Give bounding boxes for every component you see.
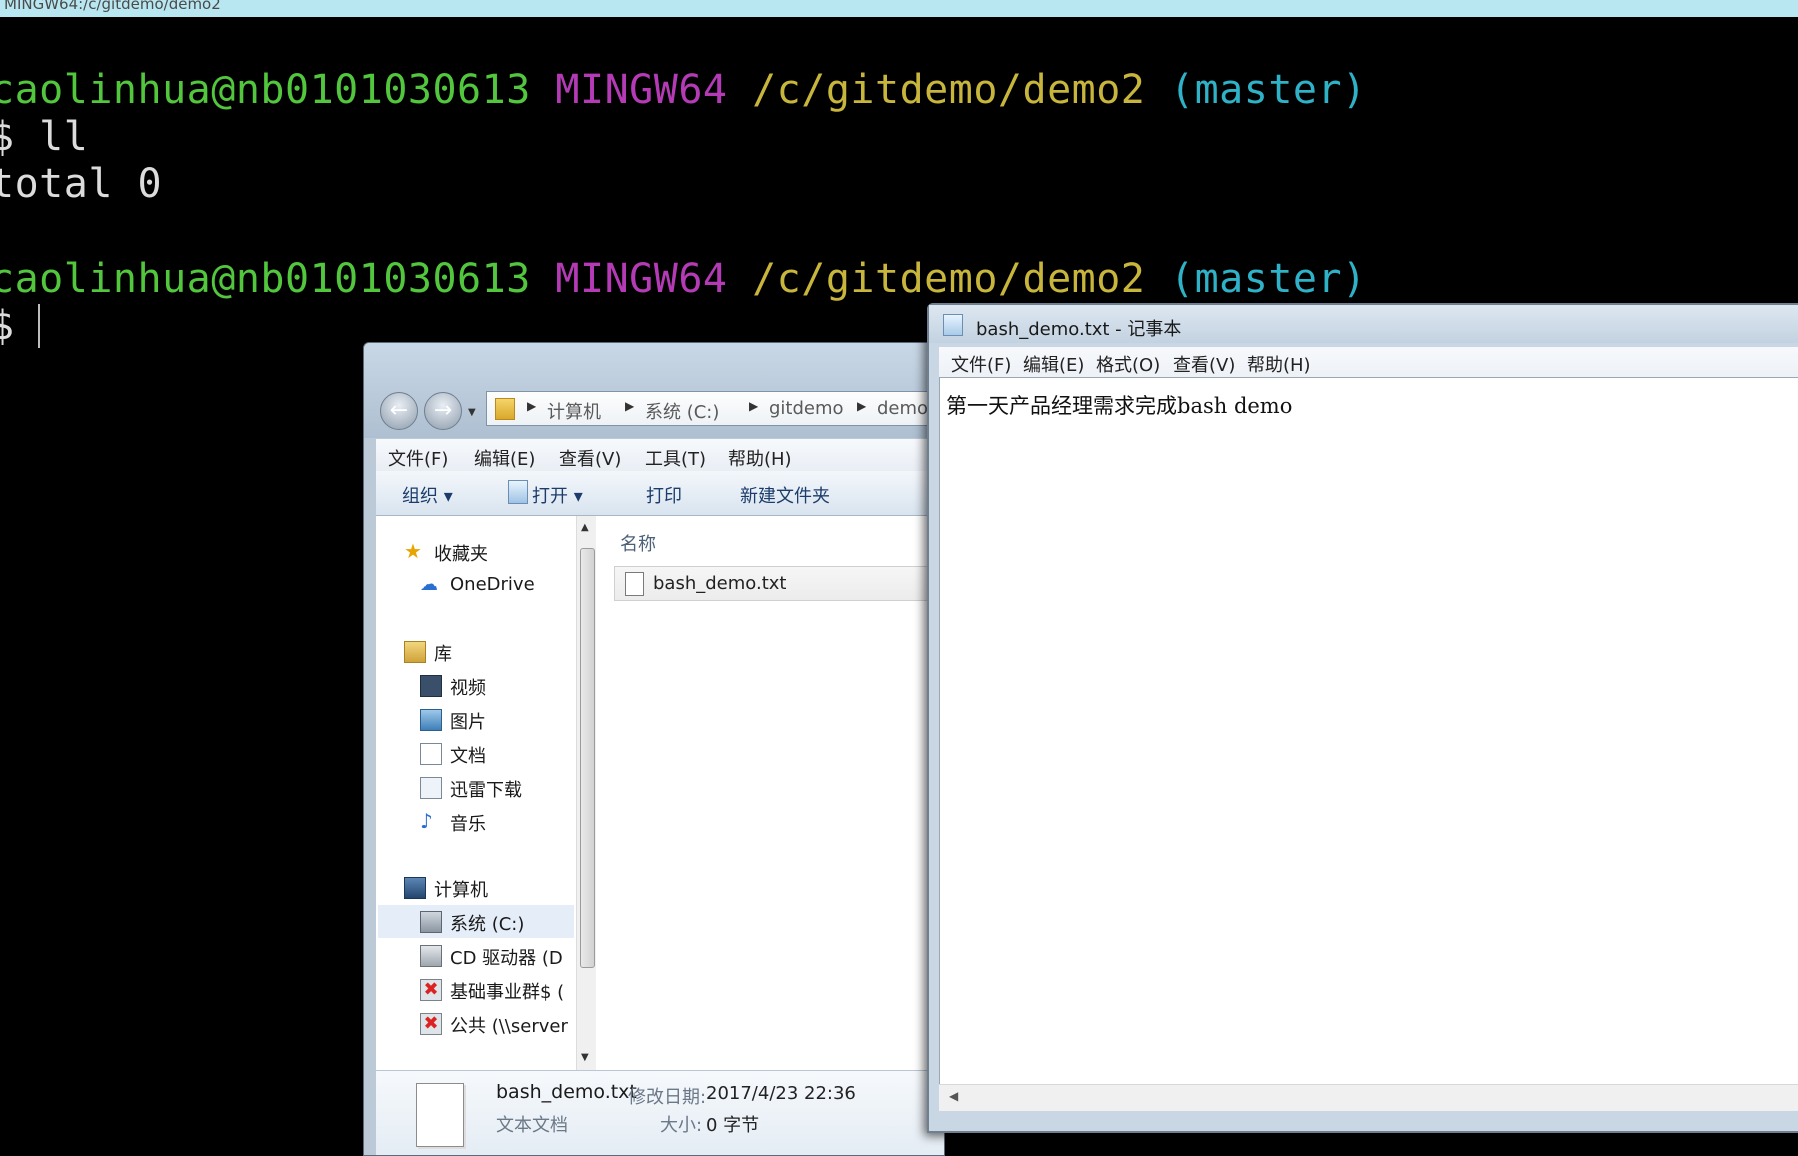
text-file-icon: [625, 572, 644, 596]
menu-help[interactable]: 帮助(H): [728, 445, 792, 471]
breadcrumb-arrow-icon[interactable]: ▶: [857, 399, 866, 413]
library-icon: [404, 641, 426, 663]
details-filename: bash_demo.txt: [496, 1081, 637, 1103]
file-list-pane[interactable]: 名称 bash_demo.txt: [596, 516, 944, 1070]
menu-edit[interactable]: 编辑(E): [474, 445, 535, 471]
details-pane: bash_demo.txt 修改日期: 2017/4/23 22:36 文本文档…: [376, 1070, 944, 1155]
menu-view[interactable]: 查看(V): [559, 445, 621, 471]
navigation-scrollbar[interactable]: ▲ ▼: [576, 516, 597, 1070]
text-file-icon: [416, 1083, 464, 1147]
details-modified-label: 修改日期:: [628, 1087, 707, 1108]
document-icon: [420, 743, 442, 765]
terminal-output: total 0: [0, 161, 163, 207]
picture-icon: [420, 709, 442, 731]
details-size-value: 0 字节: [706, 1115, 760, 1136]
explorer-toolbar: 组织 ▾ 打开 ▾ 打印 新建文件夹: [376, 471, 944, 516]
music-icon: ♪: [420, 809, 433, 833]
notepad-content: 第一天产品经理需求完成bash demo: [946, 394, 1293, 418]
new-folder-button[interactable]: 新建文件夹: [740, 482, 830, 508]
breadcrumb-arrow-icon[interactable]: ▶: [625, 399, 634, 413]
prompt-path: /c/gitdemo/demo2: [752, 256, 1146, 302]
prompt-path: /c/gitdemo/demo2: [752, 67, 1146, 113]
details-file-type: 文本文档: [496, 1115, 568, 1136]
prompt-shell: MINGW64: [555, 256, 728, 302]
download-folder-icon: [420, 777, 442, 799]
organize-button[interactable]: 组织 ▾: [402, 482, 453, 508]
notepad-icon: [943, 314, 963, 336]
terminal-titlebar[interactable]: MINGW64:/c/gitdemo/demo2: [0, 0, 1798, 17]
computer-icon: [404, 877, 426, 899]
prompt-branch: (master): [1169, 67, 1367, 113]
notepad-horizontal-scrollbar[interactable]: ◀: [939, 1084, 1798, 1111]
breadcrumb-gitdemo[interactable]: gitdemo: [769, 398, 844, 419]
cloud-icon: ☁: [420, 574, 438, 595]
cd-drive-icon: [420, 945, 442, 967]
explorer-menubar: 文件(F) 编辑(E) 查看(V) 工具(T) 帮助(H): [376, 439, 944, 471]
menu-file[interactable]: 文件(F): [951, 351, 1011, 377]
breadcrumb-computer[interactable]: 计算机: [547, 398, 601, 424]
open-icon: [508, 480, 528, 504]
open-button[interactable]: 打开 ▾: [532, 482, 583, 508]
breadcrumb-arrow-icon[interactable]: ▶: [527, 399, 536, 413]
drive-icon: [420, 911, 442, 933]
print-button[interactable]: 打印: [646, 482, 682, 508]
menu-edit[interactable]: 编辑(E): [1023, 351, 1084, 377]
column-header-name[interactable]: 名称: [620, 530, 656, 556]
star-icon: ★: [404, 539, 422, 563]
file-explorer-window[interactable]: ← → ▼ ▶ 计算机 ▶ 系统 (C:) ▶ gitdemo ▶ demo2 …: [363, 342, 945, 1156]
video-icon: [420, 675, 442, 697]
prompt-user: caolinhua@nb0101030613: [0, 256, 531, 302]
disconnected-network-drive-icon: ✖: [420, 1013, 442, 1035]
prompt-branch: (master): [1169, 256, 1367, 302]
terminal-prompt-line: caolinhua@nb0101030613 MINGW64 /c/gitdem…: [0, 256, 1367, 302]
terminal-input-prompt: $: [0, 303, 15, 349]
file-name: bash_demo.txt: [653, 573, 787, 594]
notepad-titlebar[interactable]: bash_demo.txt - 记事本: [929, 305, 1798, 343]
notepad-menubar: 文件(F) 编辑(E) 格式(O) 查看(V) 帮助(H): [939, 347, 1798, 377]
folder-icon: [495, 398, 515, 420]
text-cursor: [38, 304, 40, 348]
scrollbar-thumb[interactable]: [580, 548, 595, 968]
disconnected-network-drive-icon: ✖: [420, 979, 442, 1001]
details-size-label: 大小:: [660, 1115, 703, 1136]
address-bar[interactable]: ▶ 计算机 ▶ 系统 (C:) ▶ gitdemo ▶ demo2: [486, 391, 944, 426]
notepad-title: bash_demo.txt - 记事本: [976, 319, 1182, 340]
terminal-title: MINGW64:/c/gitdemo/demo2: [4, 0, 221, 13]
menu-format[interactable]: 格式(O): [1096, 351, 1160, 377]
breadcrumb-arrow-icon[interactable]: ▶: [749, 399, 758, 413]
breadcrumb-drive[interactable]: 系统 (C:): [645, 398, 719, 424]
notepad-text-area[interactable]: 第一天产品经理需求完成bash demo: [939, 377, 1798, 1085]
terminal-command: $ ll: [0, 114, 89, 160]
menu-view[interactable]: 查看(V): [1173, 351, 1235, 377]
scroll-left-arrow-icon[interactable]: ◀: [949, 1089, 958, 1103]
history-dropdown-icon[interactable]: ▼: [468, 407, 476, 418]
navigation-pane[interactable]: ★ 收藏夹 ☁ OneDrive 库 视频 图片 文档 迅雷下载 ♪ 音乐 计算…: [376, 516, 576, 1070]
menu-file[interactable]: 文件(F): [388, 445, 448, 471]
scroll-down-arrow-icon[interactable]: ▼: [581, 1052, 589, 1063]
terminal-prompt-line: caolinhua@nb0101030613 MINGW64 /c/gitdem…: [0, 67, 1367, 113]
back-button[interactable]: ←: [380, 392, 418, 430]
menu-tools[interactable]: 工具(T): [645, 445, 706, 471]
scroll-up-arrow-icon[interactable]: ▲: [581, 522, 589, 533]
details-modified-value: 2017/4/23 22:36: [706, 1083, 856, 1104]
prompt-user: caolinhua@nb0101030613: [0, 67, 531, 113]
prompt-shell: MINGW64: [555, 67, 728, 113]
menu-help[interactable]: 帮助(H): [1247, 351, 1311, 377]
file-item[interactable]: bash_demo.txt: [614, 566, 936, 601]
forward-button[interactable]: →: [424, 392, 462, 430]
notepad-window[interactable]: bash_demo.txt - 记事本 文件(F) 编辑(E) 格式(O) 查看…: [927, 303, 1798, 1133]
